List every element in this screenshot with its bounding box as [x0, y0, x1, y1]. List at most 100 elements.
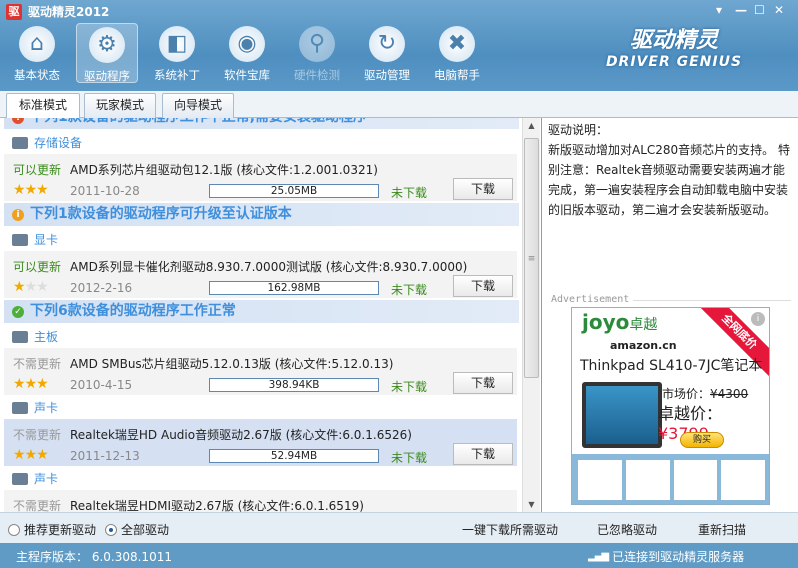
toolbar-gear-button[interactable]: ⚙ 驱动程序 [76, 23, 138, 83]
toolbar-magnifier-button[interactable]: ⚲ 硬件检测 [286, 23, 348, 83]
maximize-button[interactable]: ☐ [754, 3, 765, 17]
version-text: 主程序版本： 6.0.308.1011 [16, 550, 172, 564]
menu-dropdown-button[interactable]: ▾ [716, 3, 722, 17]
tab-player-mode[interactable]: 玩家模式 [84, 93, 156, 118]
category-label: 存储设备 [34, 136, 83, 150]
star-icon: ★ [13, 376, 26, 392]
section-title: 下列1款设备的驱动程序工作不正常,需要安装驱动程序 [30, 118, 367, 129]
download-all-button[interactable]: 一键下载所需驱动 [462, 521, 558, 538]
motherboard-icon [12, 331, 28, 343]
download-button[interactable]: 下载 [453, 372, 513, 394]
bottom-bar: 推荐更新驱动 全部驱动 一键下载所需驱动 已忽略驱动 重新扫描 [0, 512, 798, 543]
shield-icon: ◧ [159, 26, 195, 62]
speaker-icon [12, 473, 28, 485]
toolbar-disc-button[interactable]: ◉ 软件宝库 [216, 23, 278, 83]
radio-recommended[interactable]: 推荐更新驱动 [8, 521, 96, 538]
tab-wizard-mode[interactable]: 向导模式 [162, 93, 234, 118]
joyo-logo: joyo卓越 [582, 310, 658, 334]
scroll-up-arrow[interactable]: ▲ [523, 121, 540, 130]
toolbar-shield-button[interactable]: ◧ 系统补丁 [146, 23, 208, 83]
category-label: 显卡 [34, 233, 59, 247]
ad-product: Thinkpad SL410-7JC笔记本 [580, 358, 763, 374]
rating-stars: ★★★ [13, 447, 49, 463]
driver-row[interactable]: 可以更新 AMD系列显卡催化剂驱动8.930.7.0000测试版 (核心文件:8… [4, 251, 517, 298]
driver-row[interactable]: 可以更新 AMD系列芯片组驱动包12.1版 (核心文件:1.2.001.0321… [4, 154, 517, 201]
driver-row[interactable]: 不需更新 Realtek瑞昱HDMI驱动2.67版 (核心文件:6.0.1.65… [4, 490, 517, 512]
category-label: 声卡 [34, 472, 59, 486]
toolbar-tools-button[interactable]: ✖ 电脑帮手 [426, 23, 488, 83]
star-icon: ★ [24, 376, 38, 392]
toolbar-label: 电脑帮手 [434, 68, 480, 82]
update-status: 可以更新 [13, 163, 62, 177]
home-icon: ⌂ [19, 26, 55, 62]
driver-date: 2010-4-15 [70, 378, 133, 392]
info-icon[interactable]: i [751, 312, 765, 326]
device-category: 存储设备 [0, 132, 522, 154]
category-label: 主板 [34, 330, 59, 344]
driver-date: 2011-10-28 [70, 184, 140, 198]
tools-icon: ✖ [439, 26, 475, 62]
section-header: ! 下列1款设备的驱动程序工作不正常,需要安装驱动程序 [4, 118, 519, 129]
info-icon: i [12, 208, 24, 221]
download-button[interactable]: 下载 [453, 178, 513, 200]
download-progress: 398.94KB [209, 378, 379, 392]
star-icon: ★ [13, 182, 26, 198]
ad-thumbnails [572, 454, 769, 504]
tab-standard-mode[interactable]: 标准模式 [6, 93, 80, 119]
check-icon: ✓ [12, 305, 24, 318]
update-status: 可以更新 [13, 260, 62, 274]
mode-tabs: 标准模式 玩家模式 向导模式 [0, 91, 798, 119]
thumb-mouse[interactable] [625, 460, 670, 500]
minimize-button[interactable]: — [735, 3, 747, 17]
download-status: 未下载 [391, 380, 428, 394]
device-category: 主板 [0, 326, 522, 348]
driver-row[interactable]: 不需更新 AMD SMBus芯片组驱动5.12.0.13版 (核心文件:5.12… [4, 348, 517, 395]
rating-stars: ★★★ [13, 182, 49, 198]
radio-icon[interactable] [105, 523, 117, 536]
title-bar: 驱驱动精灵2012 [6, 3, 109, 20]
rating-stars: ★★★ [13, 279, 49, 295]
section-title: 下列6款设备的驱动程序工作正常 [30, 303, 236, 319]
star-icon: ★ [36, 182, 49, 198]
download-button[interactable]: 下载 [453, 443, 513, 465]
toolbar-refresh-button[interactable]: ↻ 驱动管理 [356, 23, 418, 83]
advertisement-banner[interactable]: joyo卓越 amazon.cn 全网底价 i Thinkpad SL410-7… [571, 307, 770, 505]
download-button[interactable]: 下载 [453, 275, 513, 297]
star-icon: ★ [36, 279, 49, 295]
amazon-logo: amazon.cn [610, 339, 677, 352]
driver-name: Realtek瑞昱HDMI驱动2.67版 (核心文件:6.0.1.6519) [70, 499, 364, 512]
toolbar-home-button[interactable]: ⌂ 基本状态 [6, 23, 68, 83]
scrollbar[interactable]: ▲ ≡ ▼ [522, 118, 540, 512]
device-category: 声卡 [0, 397, 522, 419]
header: 驱驱动精灵2012 ▾ — ☐ ✕ ⌂ 基本状态 ⚙ 驱动程序 ◧ 系统补丁 ◉ 软件宝库 ⚲ 硬… [0, 0, 798, 91]
ignored-drivers-button[interactable]: 已忽略驱动 [597, 521, 657, 538]
close-button[interactable]: ✕ [774, 3, 784, 17]
section-header: i 下列1款设备的驱动程序可升级至认证版本 [4, 203, 519, 226]
thumb-laptop[interactable] [578, 460, 622, 500]
connection-status: ▂▄▆ 已连接到驱动精灵服务器 [588, 550, 745, 564]
magnifier-icon: ⚲ [299, 26, 335, 62]
toolbar-label: 系统补丁 [154, 68, 200, 82]
brand-logo: 驱动精灵 DRIVER GENIUS [605, 28, 743, 70]
download-status: 未下载 [391, 283, 428, 297]
rescan-button[interactable]: 重新扫描 [698, 521, 746, 538]
market-price: 市场价：¥4300 [662, 387, 749, 401]
star-icon: ★ [24, 182, 38, 198]
driver-name: AMD SMBus芯片组驱动5.12.0.13版 (核心文件:5.12.0.13… [70, 357, 394, 371]
scroll-thumb[interactable]: ≡ [524, 138, 539, 378]
toolbar-label: 驱动管理 [364, 68, 410, 82]
driver-row[interactable]: 不需更新 Realtek瑞昱HD Audio音频驱动2.67版 (核心文件:6.… [4, 419, 517, 466]
thumb-desktop[interactable] [673, 460, 718, 500]
download-status: 未下载 [391, 451, 428, 465]
radio-all-drivers[interactable]: 全部驱动 [105, 521, 169, 538]
thumb-monitor[interactable] [721, 460, 765, 500]
section-header: ✓ 下列6款设备的驱动程序工作正常 [4, 300, 519, 323]
star-icon: ★ [36, 447, 49, 463]
radio-icon[interactable] [8, 523, 20, 536]
scroll-down-arrow[interactable]: ▼ [523, 500, 540, 509]
disc-icon: ◉ [229, 26, 265, 62]
download-progress: 52.94MB [209, 449, 379, 463]
buy-button[interactable]: 购买 [680, 432, 724, 448]
refresh-icon: ↻ [369, 26, 405, 62]
toolbar-label: 驱动程序 [84, 69, 130, 83]
